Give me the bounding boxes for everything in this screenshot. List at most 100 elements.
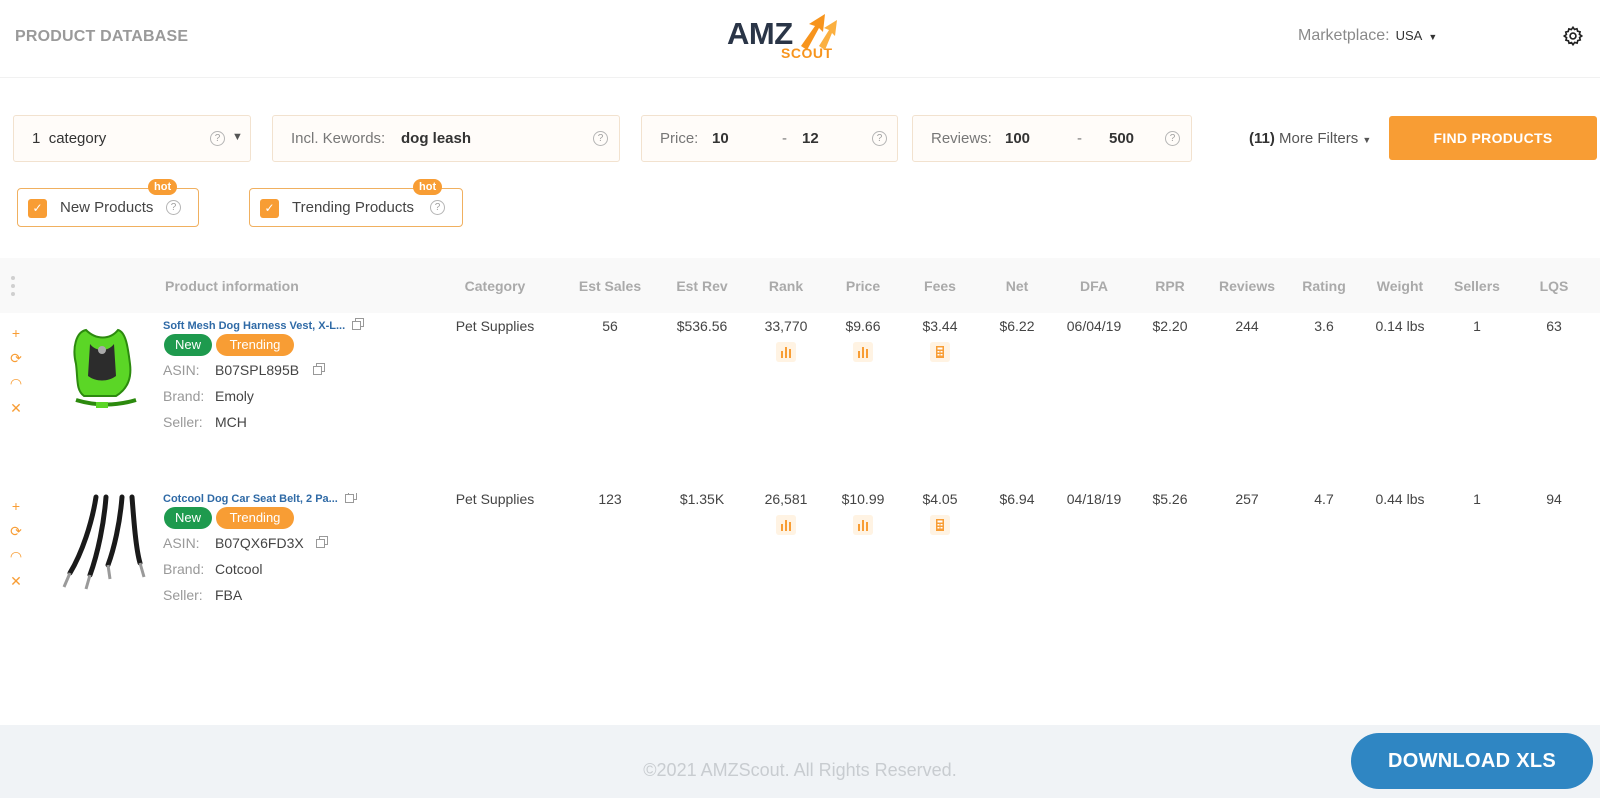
help-icon[interactable]: ? — [872, 131, 887, 146]
product-image[interactable] — [56, 320, 152, 420]
find-products-button[interactable]: FIND PRODUCTS — [1389, 116, 1597, 160]
cell-lqs: 94 — [1546, 493, 1562, 507]
col-weight[interactable]: Weight — [1360, 278, 1440, 294]
col-est-rev[interactable]: Est Rev — [662, 278, 742, 294]
help-icon[interactable]: ? — [166, 200, 181, 215]
remove-icon[interactable]: ✕ — [8, 400, 24, 425]
keywords-filter[interactable]: Incl. Kewords: dog leash ? — [272, 115, 620, 162]
add-icon[interactable]: + — [8, 498, 24, 523]
cell-fees: $3.44 — [922, 318, 958, 334]
price-min-input[interactable]: 10 — [712, 130, 729, 147]
product-title-link[interactable]: Soft Mesh Dog Harness Vest, X-L... — [163, 320, 345, 332]
calculator-icon[interactable] — [930, 515, 950, 535]
bar-chart-icon[interactable] — [776, 515, 796, 535]
col-product-information[interactable]: Product information — [165, 278, 299, 294]
copy-icon[interactable] — [345, 493, 357, 503]
price-max-input[interactable]: 12 — [802, 130, 819, 147]
cell-category: Pet Supplies — [455, 318, 535, 334]
checkbox-checked-icon[interactable]: ✓ — [28, 199, 47, 218]
page-title: PRODUCT DATABASE — [15, 28, 189, 45]
copy-icon[interactable] — [313, 363, 325, 375]
col-rpr[interactable]: RPR — [1130, 278, 1210, 294]
cell-rating: 4.7 — [1314, 493, 1334, 507]
hot-badge: hot — [148, 179, 178, 195]
refresh-icon[interactable]: ⟳ — [8, 350, 24, 375]
keywords-label: Incl. Kewords: — [291, 130, 386, 147]
more-filters-button[interactable]: (11) More Filters ▼ — [1249, 130, 1371, 147]
add-icon[interactable]: + — [8, 325, 24, 350]
footer: ©2021 AMZScout. All Rights Reserved. DOW… — [0, 725, 1600, 798]
download-xls-button[interactable]: DOWNLOAD XLS — [1351, 733, 1593, 789]
cell-fees: $4.05 — [922, 493, 958, 507]
cell-reviews: 257 — [1235, 493, 1259, 507]
brand-label: Brand: — [163, 388, 205, 404]
range-separator: - — [782, 130, 787, 147]
col-rank[interactable]: Rank — [746, 278, 826, 294]
col-sellers[interactable]: Sellers — [1437, 278, 1517, 294]
cell-est-sales: 123 — [598, 493, 622, 507]
brand-label: Brand: — [163, 561, 205, 577]
cell-price: $10.99 — [841, 493, 885, 507]
calculator-icon[interactable] — [930, 342, 950, 362]
col-reviews[interactable]: Reviews — [1207, 278, 1287, 294]
cell-rank: 33,770 — [764, 318, 808, 334]
col-net[interactable]: Net — [977, 278, 1057, 294]
brand-value: Cotcool — [215, 561, 263, 577]
price-filter[interactable]: Price: 10 - 12 ? — [641, 115, 898, 162]
help-icon[interactable]: ? — [1165, 131, 1180, 146]
marketplace-value: USA — [1395, 28, 1423, 43]
new-products-toggle[interactable]: ✓ New Products ? hot — [17, 179, 199, 227]
bar-chart-icon[interactable] — [776, 342, 796, 362]
product-title-link[interactable]: Cotcool Dog Car Seat Belt, 2 Pa... — [163, 493, 338, 505]
help-icon[interactable]: ? — [593, 131, 608, 146]
help-icon[interactable]: ? — [430, 200, 445, 215]
reviews-max-input[interactable]: 500 — [1109, 130, 1134, 147]
col-dfa[interactable]: DFA — [1054, 278, 1134, 294]
trending-products-toggle[interactable]: ✓ Trending Products ? hot — [249, 179, 463, 227]
copy-icon[interactable] — [316, 536, 328, 548]
cell-reviews: 244 — [1235, 318, 1259, 334]
cell-category: Pet Supplies — [455, 493, 535, 507]
reviews-filter[interactable]: Reviews: 100 - 500 ? — [912, 115, 1192, 162]
checkbox-checked-icon[interactable]: ✓ — [260, 199, 279, 218]
col-lqs[interactable]: LQS — [1514, 278, 1594, 294]
product-image[interactable] — [56, 493, 152, 593]
gauge-icon[interactable]: ◠ — [8, 375, 24, 400]
more-filters-count: (11) — [1249, 130, 1275, 147]
bar-chart-icon[interactable] — [853, 515, 873, 535]
brand-field: Brand: Cotcool — [163, 561, 262, 577]
cell-est-rev: $1.35K — [679, 493, 725, 507]
drag-handle-icon[interactable] — [11, 276, 17, 300]
cell-weight: 0.44 lbs — [1375, 493, 1425, 507]
gear-icon[interactable] — [1562, 25, 1584, 47]
cell-lqs: 63 — [1546, 318, 1562, 334]
price-label: Price: — [660, 130, 699, 147]
col-rating[interactable]: Rating — [1284, 278, 1364, 294]
category-filter[interactable]: 1 category ? ▼ — [13, 115, 251, 162]
col-fees[interactable]: Fees — [900, 278, 980, 294]
category-count: 1 — [32, 130, 41, 147]
gauge-icon[interactable]: ◠ — [8, 548, 24, 573]
reviews-min-input[interactable]: 100 — [1005, 130, 1030, 147]
keywords-input[interactable]: dog leash — [401, 130, 471, 147]
asin-field: ASIN: B07SPL895B — [163, 362, 299, 378]
remove-icon[interactable]: ✕ — [8, 573, 24, 598]
hot-badge: hot — [413, 179, 443, 195]
asin-value: B07SPL895B — [215, 362, 300, 378]
cell-est-rev: $536.56 — [676, 318, 728, 334]
new-badge: New — [164, 507, 212, 529]
trending-badge: Trending — [216, 507, 294, 529]
col-est-sales[interactable]: Est Sales — [570, 278, 650, 294]
copy-icon[interactable] — [352, 318, 364, 330]
seller-field: Seller: FBA — [163, 587, 242, 603]
col-category[interactable]: Category — [455, 278, 535, 294]
amzscout-logo[interactable]: AMZ SCOUT — [727, 12, 857, 64]
cell-est-sales: 56 — [602, 318, 618, 334]
col-price[interactable]: Price — [823, 278, 903, 294]
seller-field: Seller: MCH — [163, 414, 247, 430]
help-icon[interactable]: ? — [210, 131, 225, 146]
refresh-icon[interactable]: ⟳ — [8, 523, 24, 548]
new-products-label: New Products — [60, 199, 154, 216]
marketplace-selector[interactable]: Marketplace: USA ▼ — [1298, 27, 1437, 45]
bar-chart-icon[interactable] — [853, 342, 873, 362]
